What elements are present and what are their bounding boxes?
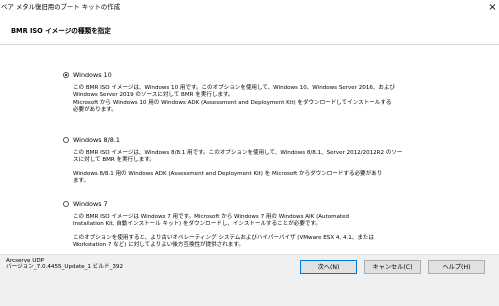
title-bar: ベア メタル復旧用のブート キットの作成 ×	[0, 0, 499, 16]
radio-windows-7[interactable]: Windows 7	[63, 200, 263, 210]
radio-windows-10[interactable]: Windows 10	[63, 71, 263, 81]
radio-button[interactable]	[63, 201, 69, 207]
page-title: BMR ISO イメージの種類を指定	[11, 27, 111, 35]
option-description: この BMR ISO イメージは、Windows 8/8.1 用です。このオプシ…	[73, 150, 403, 164]
radio-label: Windows 8/8.1	[73, 136, 120, 144]
window-title: ベア メタル復旧用のブート キットの作成	[1, 3, 121, 11]
wizard-header: BMR ISO イメージの種類を指定	[0, 16, 499, 44]
option-description: この BMR ISO イメージは Windows 7 用です。Microsoft…	[73, 214, 350, 228]
content-panel: Windows 10 この BMR ISO イメージは、Windows 10 用…	[0, 45, 499, 254]
next-button[interactable]: 次へ(N)	[300, 260, 357, 274]
radio-button[interactable]	[63, 137, 69, 143]
product-version: バージョン_7.0.4455_Update_1 ビルド_392	[6, 264, 124, 271]
radio-windows-8[interactable]: Windows 8/8.1	[63, 136, 263, 146]
footer-bar: Arcserve UDP バージョン_7.0.4455_Update_1 ビルド…	[0, 255, 499, 306]
option-description-note: このオプションを使用すると、より古いオペレーティング システムおよびハイパーバイ…	[73, 235, 374, 249]
radio-label: Windows 7	[73, 200, 108, 208]
radio-button-checked[interactable]	[63, 72, 69, 78]
cancel-button[interactable]: キャンセル(C)	[364, 260, 421, 274]
close-icon[interactable]: ×	[486, 0, 499, 15]
help-button[interactable]: ヘルプ(H)	[428, 260, 485, 274]
option-description: この BMR ISO イメージは、Windows 10 用です。このオプションを…	[73, 85, 396, 114]
product-info: Arcserve UDP バージョン_7.0.4455_Update_1 ビルド…	[6, 258, 123, 271]
option-description-note: Windows 8/8.1 用の Windows ADK (Assessment…	[73, 171, 383, 185]
radio-label: Windows 10	[73, 71, 112, 79]
